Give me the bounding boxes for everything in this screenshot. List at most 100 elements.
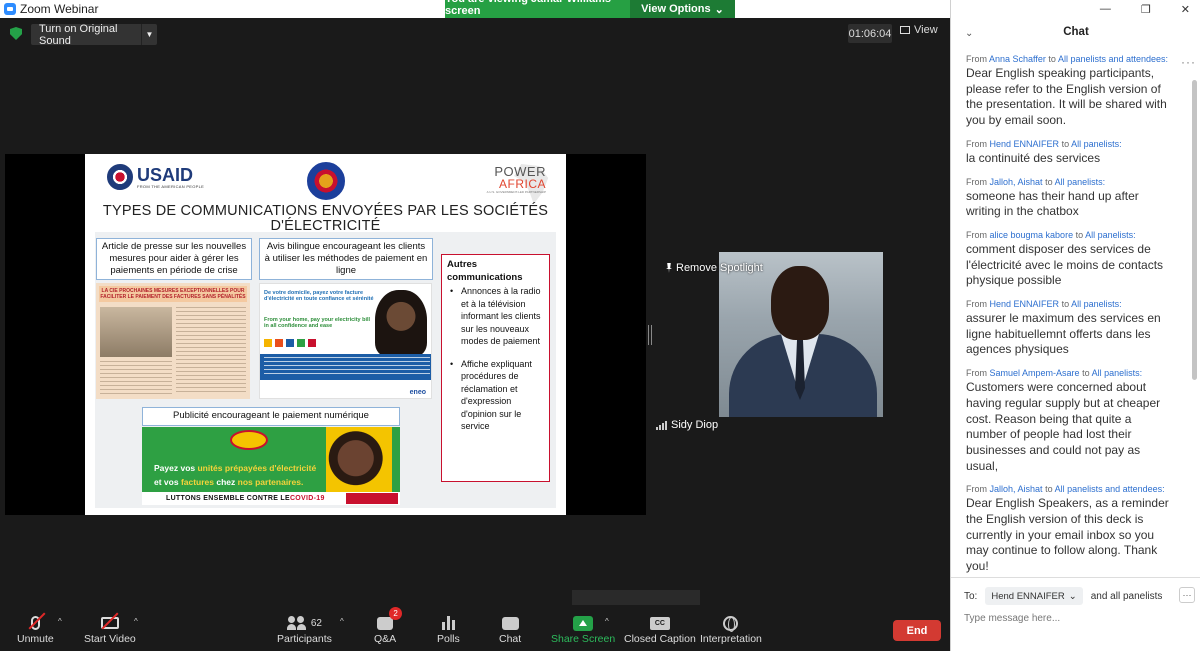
video-options-caret-icon[interactable]: ^ bbox=[134, 617, 138, 626]
recipient-name: All panelists: bbox=[1054, 176, 1106, 187]
recipient-name: All panelists: bbox=[1071, 299, 1122, 310]
to-label: To: bbox=[964, 590, 978, 602]
participants-count: 62 bbox=[310, 617, 322, 629]
start-video-label: Start Video bbox=[84, 633, 136, 645]
chat-more-icon[interactable]: ··· bbox=[1179, 587, 1195, 603]
video-tile[interactable]: Remove Spotlight Sidy Diop bbox=[656, 252, 883, 431]
chat-meta: From Samuel Ampem-Asare to All panelists… bbox=[966, 366, 1189, 380]
sender-name[interactable]: Samuel Ampem-Asare bbox=[990, 368, 1080, 378]
split-resize-handle[interactable] bbox=[648, 325, 652, 345]
sender-name[interactable]: Jalloh, Aishat bbox=[990, 177, 1043, 187]
ad-highlight: factures bbox=[180, 477, 215, 487]
sender-name[interactable]: Jalloh, Aishat bbox=[990, 484, 1043, 494]
sonabel-logo-icon bbox=[230, 430, 268, 450]
audio-options-caret-icon[interactable]: ^ bbox=[58, 617, 62, 626]
chat-bubble-icon bbox=[501, 616, 519, 630]
recipient-name: All panelists: bbox=[1085, 229, 1136, 240]
view-options-button[interactable]: View Options ⌄ bbox=[630, 0, 735, 18]
unmute-button[interactable]: Unmute bbox=[17, 612, 54, 645]
participants-label: Participants bbox=[277, 633, 332, 645]
end-button[interactable]: End bbox=[893, 620, 941, 641]
participants-options-caret-icon[interactable]: ^ bbox=[340, 617, 344, 626]
chat-message-list[interactable]: From Anna Schaffer to All panelists and … bbox=[951, 52, 1189, 577]
from-word: From bbox=[966, 229, 987, 240]
from-word: From bbox=[966, 368, 987, 379]
qa-label: Q&A bbox=[374, 633, 397, 645]
participants-button[interactable]: 62 Participants bbox=[277, 613, 332, 645]
chat-message: From alice bougma kabore to All panelist… bbox=[966, 228, 1189, 289]
chat-message: From Jalloh, Aishat to All panelists and… bbox=[966, 482, 1189, 575]
chat-scrollbar[interactable] bbox=[1192, 80, 1197, 380]
cc-icon-wrap: CC bbox=[649, 613, 670, 633]
share-screen-icon bbox=[573, 615, 594, 631]
shared-screen[interactable]: USAID FROM THE AMERICAN PEOPLE POWER AFR… bbox=[5, 154, 646, 515]
ad-highlight: nos partenaires. bbox=[237, 477, 304, 487]
eneo-logo: eneo bbox=[409, 389, 426, 396]
sender-name[interactable]: alice bougma kabore bbox=[990, 230, 1074, 240]
to-word: to bbox=[1048, 54, 1056, 64]
to-word: to bbox=[1082, 368, 1090, 379]
polls-button[interactable]: Polls bbox=[437, 613, 460, 645]
share-options-caret-icon[interactable]: ^ bbox=[605, 617, 609, 626]
recipient-select[interactable]: Hend ENNAIFER ⌄ bbox=[985, 587, 1083, 605]
chat-button[interactable]: Chat bbox=[499, 613, 521, 645]
close-icon[interactable]: ✕ bbox=[1181, 3, 1190, 16]
remove-spotlight-label: Remove Spotlight bbox=[676, 262, 763, 274]
press-text-columns bbox=[176, 307, 246, 395]
usaid-tagline: FROM THE AMERICAN PEOPLE bbox=[137, 183, 205, 189]
power-africa-tagline: A U.S. GOVERNMENT-LED PARTNERSHIP bbox=[486, 190, 546, 194]
chat-message-input[interactable] bbox=[964, 611, 1189, 625]
unmute-label: Unmute bbox=[17, 633, 54, 645]
bill-text-french: De votre domicile, payez votre facture d… bbox=[264, 290, 374, 302]
to-word: to bbox=[1075, 229, 1084, 240]
view-button[interactable]: View bbox=[900, 24, 938, 36]
payment-logo-icon bbox=[308, 339, 316, 347]
qa-button[interactable]: 2 Q&A bbox=[374, 607, 403, 645]
press-article-image: LA CIE PROCHAINES MESURES EXCEPTIONNELLE… bbox=[96, 283, 250, 399]
recipient-suffix: and all panelists bbox=[1090, 590, 1163, 602]
sender-name[interactable]: Anna Schaffer bbox=[989, 54, 1046, 64]
closed-caption-label: Closed Caption bbox=[624, 633, 696, 645]
participant-name: Sidy Diop bbox=[671, 419, 719, 431]
security-shield-icon[interactable] bbox=[10, 27, 22, 40]
chat-message: From Anna Schaffer to All panelists and … bbox=[966, 52, 1189, 129]
woman-with-phone-photo bbox=[375, 290, 427, 356]
from-word: From bbox=[966, 138, 987, 149]
usaid-seal-icon bbox=[107, 164, 133, 190]
usaid-wordmark: USAID bbox=[137, 164, 194, 185]
digital-payment-ad-image: Payez vos unités prépayées d'électricité… bbox=[142, 427, 400, 505]
caret-down-icon[interactable]: ▼ bbox=[141, 24, 157, 45]
sender-name[interactable]: Hend ENNAIFER bbox=[990, 139, 1060, 149]
chat-text: Customers were concerned about having re… bbox=[966, 380, 1161, 473]
power-africa-logo: POWER AFRICA A U.S. GOVERNMENT-LED PARTN… bbox=[486, 165, 546, 194]
ad-slogan: LUTTONS ENSEMBLE CONTRE LE bbox=[166, 495, 290, 502]
window-controls: — ❐ ✕ bbox=[1070, 0, 1200, 18]
qa-badge: 2 bbox=[389, 607, 403, 620]
bilingual-notice-image: De votre domicile, payez votre facture d… bbox=[259, 283, 432, 399]
chat-meta: From alice bougma kabore to All panelist… bbox=[966, 228, 1189, 242]
remove-spotlight-button[interactable]: Remove Spotlight bbox=[666, 262, 763, 274]
maximize-icon[interactable]: ❐ bbox=[1141, 3, 1151, 16]
other-communications-heading: Autres communications bbox=[447, 259, 523, 283]
grid-view-icon bbox=[900, 26, 910, 34]
chevron-down-icon: ⌄ bbox=[1068, 590, 1077, 602]
payment-logos bbox=[264, 339, 316, 347]
chat-text: la continuité des services bbox=[966, 150, 1101, 165]
participant-name-tag: Sidy Diop bbox=[656, 419, 718, 431]
participants-icon-row: 62 bbox=[286, 613, 322, 633]
meeting-area: Turn on Original Sound ▼ 01:06:04 View U… bbox=[0, 18, 950, 605]
payment-logo-icon bbox=[286, 339, 294, 347]
sender-name[interactable]: Hend ENNAIFER bbox=[990, 299, 1060, 309]
chat-text: assurer le maximum des services en ligne… bbox=[966, 311, 1161, 357]
chat-message: From Hend ENNAIFER to All panelists: la … bbox=[966, 137, 1189, 167]
payment-logo-icon bbox=[264, 339, 272, 347]
minimize-icon[interactable]: — bbox=[1100, 3, 1111, 15]
participants-icon bbox=[286, 616, 307, 630]
muted-mic-icon bbox=[28, 612, 46, 633]
start-video-button[interactable]: Start Video bbox=[84, 612, 136, 645]
original-sound-button[interactable]: Turn on Original Sound ▼ bbox=[31, 23, 157, 47]
interpretation-button[interactable]: Interpretation bbox=[700, 613, 762, 645]
closed-caption-button[interactable]: CC Closed Caption bbox=[624, 613, 696, 645]
ad-highlight: unités prépayées d'électricité bbox=[197, 463, 317, 473]
slide-title-line1: TYPES DE COMMUNICATIONS ENVOYÉES PAR LES… bbox=[102, 203, 549, 219]
